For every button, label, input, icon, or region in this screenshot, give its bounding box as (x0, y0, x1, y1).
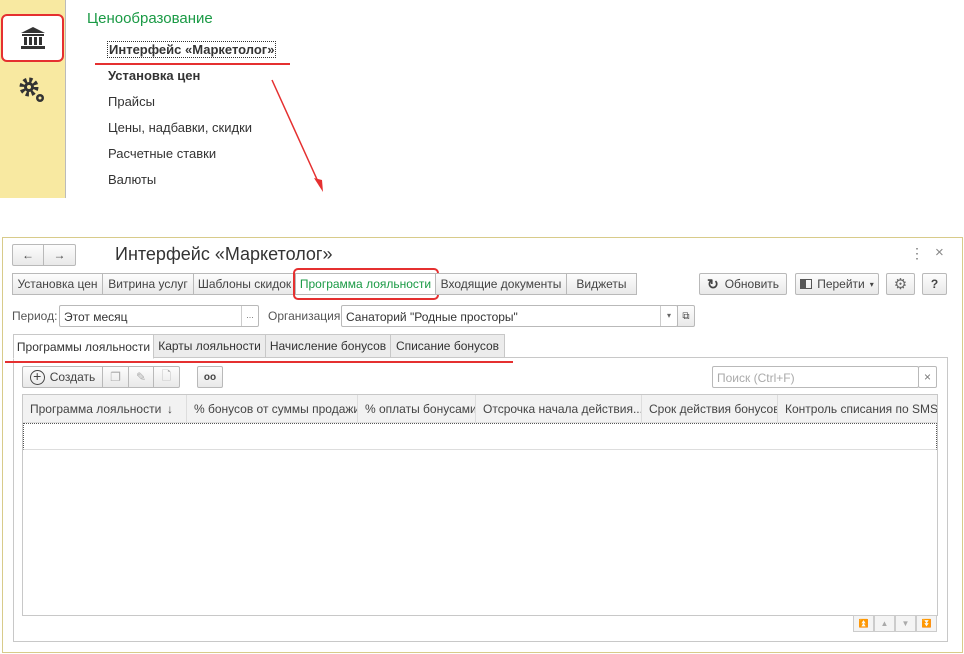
org-dropdown-button[interactable]: ▾ (660, 306, 677, 326)
cmd-set-prices[interactable]: Установка цен (12, 273, 103, 295)
search-clear-button[interactable]: × (918, 366, 937, 388)
delete-mark-button[interactable]: 🗋 (153, 366, 180, 388)
last-icon: ⏬ (921, 619, 932, 628)
table-header: Программа лояльности ↓ % бонусов от суммы… (23, 395, 937, 423)
close-icon[interactable]: × (935, 244, 944, 261)
chevron-down-icon: ▾ (666, 311, 671, 320)
scroll-bottom-button[interactable]: ⏬ (916, 615, 937, 632)
org-label: Организация: (268, 309, 344, 323)
sort-down-icon: ↓ (167, 402, 173, 416)
scroll-up-button[interactable]: ▲ (874, 615, 895, 632)
table-nav: ⏫ ▲ ▼ ⏬ (853, 615, 938, 633)
help-button[interactable]: ? (922, 273, 947, 295)
back-button[interactable]: ← (12, 244, 44, 266)
pencil-icon: ✎ (135, 370, 147, 384)
more-icon[interactable]: ⋮ (910, 245, 924, 262)
glasses-icon: oo (203, 371, 217, 383)
panel-icon (800, 279, 813, 289)
annotation-box (293, 268, 439, 300)
cmd-widgets[interactable]: Виджеты (566, 273, 637, 295)
period-label: Период: (12, 309, 58, 323)
gear-icon: ⚙ (893, 276, 908, 293)
annotation-underline (5, 361, 513, 363)
down-icon: ▼ (901, 619, 910, 628)
column-header-validity[interactable]: Срок действия бонусов (642, 395, 778, 423)
org-field[interactable]: Санаторий "Родные просторы" (341, 305, 678, 327)
period-select-button[interactable]: ... (241, 306, 258, 326)
forward-button[interactable]: → (43, 244, 76, 266)
annotation-arrow (271, 79, 323, 192)
column-header-bonus-percent[interactable]: % бонусов от суммы продажи (187, 395, 358, 423)
refresh-icon: ↻ (706, 275, 719, 292)
org-open-button[interactable]: ⧉ (677, 305, 695, 327)
tab-bonus-accrual[interactable]: Начисление бонусов (265, 334, 391, 358)
scroll-down-button[interactable]: ▼ (895, 615, 916, 632)
copy-button[interactable]: ❐ (102, 366, 129, 388)
table-row[interactable] (23, 423, 937, 450)
tab-bonus-writeoff[interactable]: Списание бонусов (390, 334, 505, 358)
up-icon: ▲ (880, 619, 889, 628)
scroll-top-button[interactable]: ⏫ (853, 615, 874, 632)
copy-icon: ❐ (110, 370, 121, 384)
first-icon: ⏫ (858, 619, 869, 628)
tab-loyalty-cards[interactable]: Карты лояльности (153, 334, 266, 358)
chevron-down-icon: ▾ (869, 279, 874, 289)
column-header-delay[interactable]: Отсрочка начала действия... (476, 395, 642, 423)
search-input[interactable]: Поиск (Ctrl+F) (712, 366, 919, 388)
column-header-sms-control[interactable]: Контроль списания по SMS (778, 395, 937, 423)
delete-document-icon: 🗋 (161, 368, 172, 383)
column-header-payment-percent[interactable]: % оплаты бонусами (358, 395, 476, 423)
plus-circle-icon: + (29, 369, 45, 385)
cmd-incoming-docs[interactable]: Входящие документы (435, 273, 567, 295)
period-field[interactable]: Этот месяц (59, 305, 259, 327)
view-button[interactable]: oo (197, 366, 223, 388)
settings-button[interactable]: ⚙ (886, 273, 915, 295)
cmd-services[interactable]: Витрина услуг (102, 273, 194, 295)
edit-button[interactable]: ✎ (128, 366, 154, 388)
goto-button[interactable]: Перейти ▾ (795, 273, 879, 295)
refresh-button[interactable]: ↻ Обновить (699, 273, 787, 295)
tab-loyalty-programs[interactable]: Программы лояльности (13, 334, 154, 359)
open-icon: ⧉ (682, 310, 690, 322)
window-title: Интерфейс «Маркетолог» (115, 244, 333, 264)
loyalty-programs-table: Программа лояльности ↓ % бонусов от суммы… (22, 394, 938, 616)
cmd-discount-templates[interactable]: Шаблоны скидок (193, 273, 296, 295)
column-header-program[interactable]: Программа лояльности ↓ (23, 395, 187, 423)
create-button[interactable]: + Создать (22, 366, 103, 388)
